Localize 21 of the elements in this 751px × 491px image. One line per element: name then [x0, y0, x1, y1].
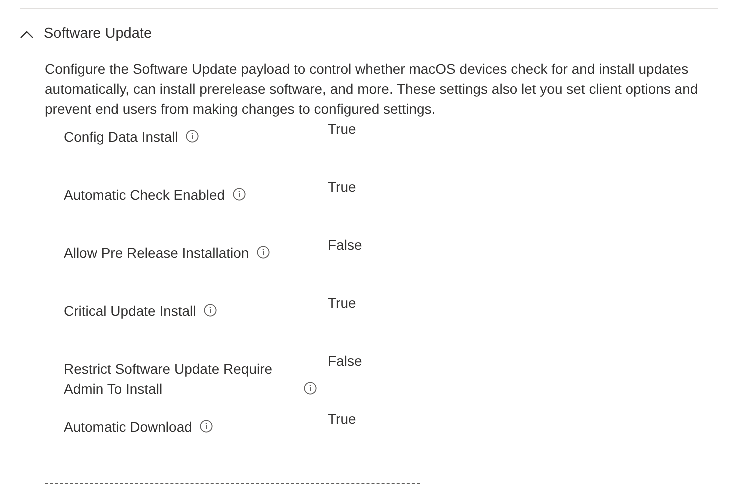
info-icon[interactable]: [304, 382, 317, 395]
setting-label: Allow Pre Release Installation: [64, 244, 250, 263]
info-icon[interactable]: [204, 304, 218, 317]
info-icon[interactable]: [200, 420, 214, 433]
info-icon[interactable]: [233, 188, 246, 201]
setting-label: Config Data Install: [64, 128, 178, 147]
chevron-icon[interactable]: [20, 30, 34, 40]
setting-value: True: [328, 120, 356, 139]
setting-value: True: [328, 178, 356, 197]
info-icon[interactable]: [186, 130, 200, 143]
setting-value: True: [328, 294, 356, 313]
setting-value: True: [328, 410, 356, 429]
setting-label: Automatic Download: [64, 418, 192, 437]
info-icon[interactable]: [257, 246, 270, 259]
setting-value: False: [328, 236, 362, 255]
setting-value: False: [328, 352, 362, 371]
section-title[interactable]: Software Update: [44, 24, 152, 46]
setting-label: Automatic Check Enabled: [64, 186, 226, 205]
section-description: Configure the Software Update payload to control whether macOS devices check for and install updates automatically, can install prerelease software, and more. These settings also let you set client options and prevent end users from making changes to configured settings.: [45, 60, 700, 119]
setting-label: Restrict Software Update Require Admin To Install: [64, 360, 274, 399]
setting-label: Critical Update Install: [64, 302, 196, 321]
